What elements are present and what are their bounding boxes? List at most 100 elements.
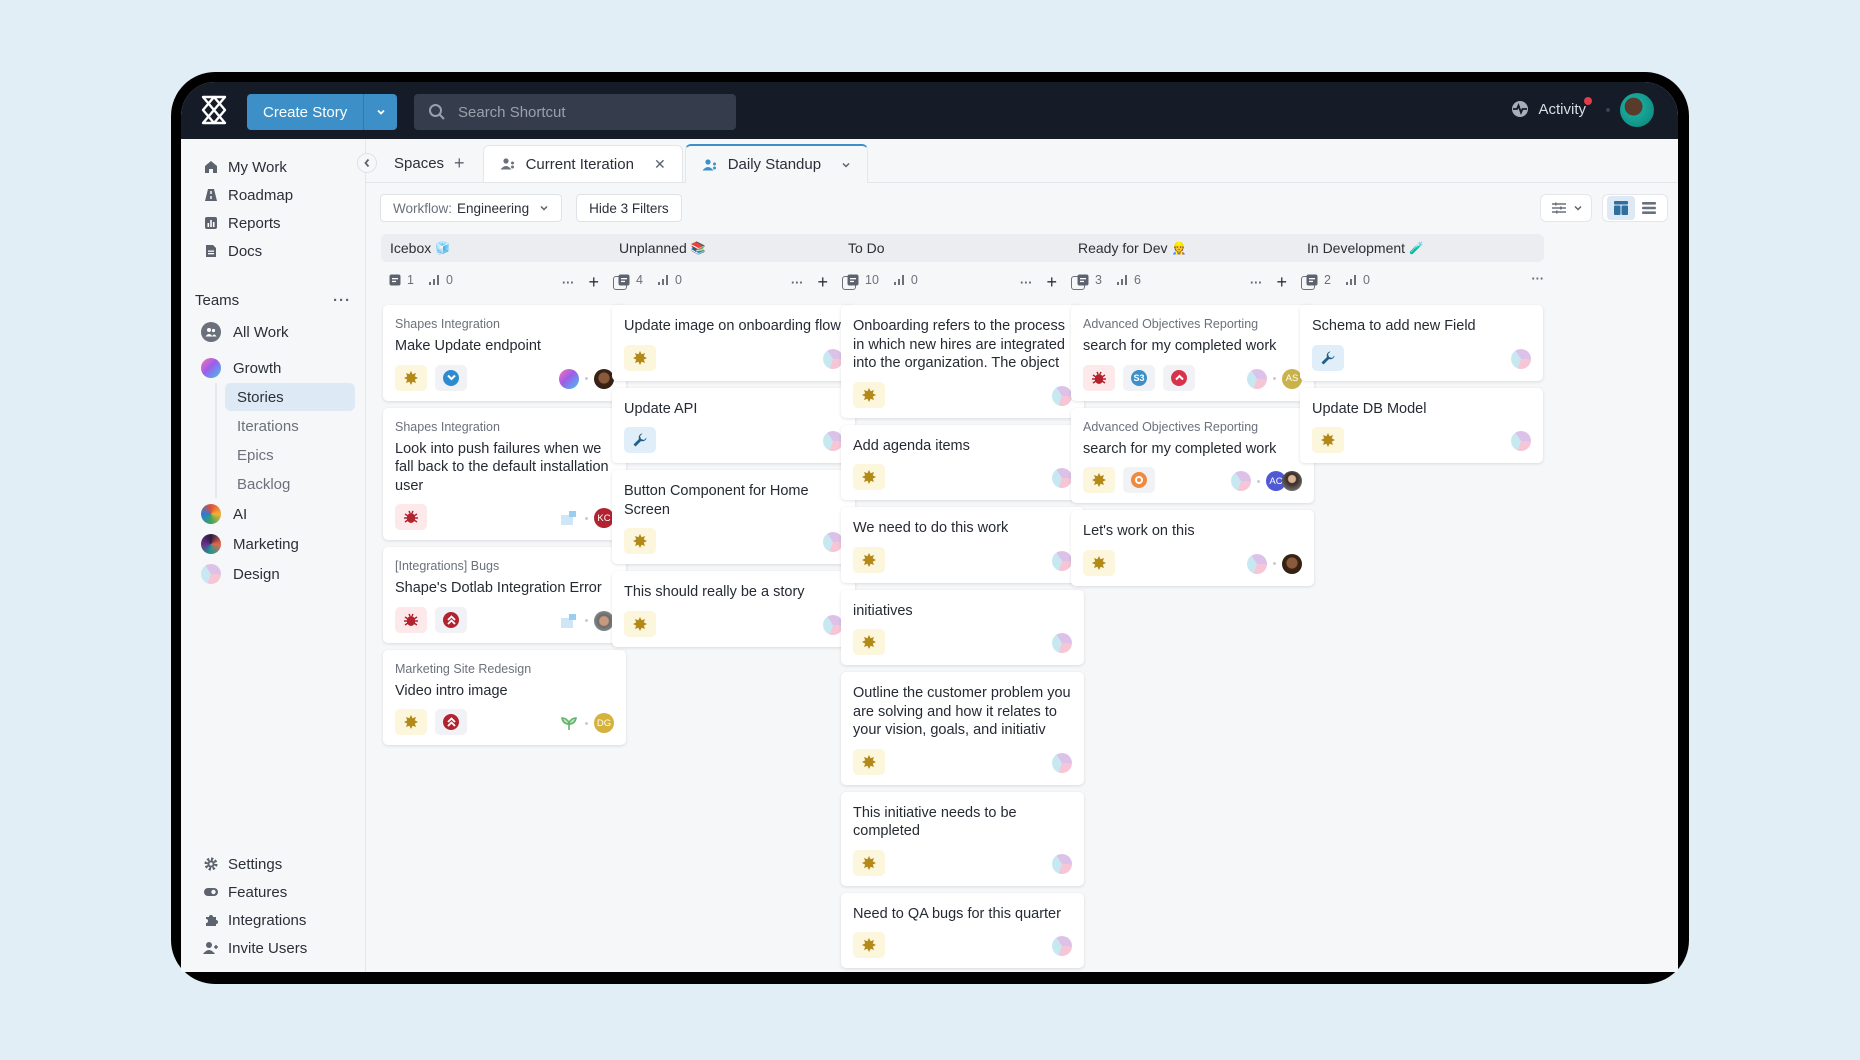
list-view-button[interactable] xyxy=(1635,196,1663,220)
add-story-icon[interactable]: + xyxy=(1046,272,1057,293)
story-card[interactable]: Let's work on this xyxy=(1071,510,1314,586)
more-icon[interactable]: ··· xyxy=(791,276,804,290)
priority-highest-icon[interactable] xyxy=(435,606,467,633)
story-title[interactable]: initiatives xyxy=(853,602,1072,621)
team-avatar-design[interactable] xyxy=(1247,368,1267,389)
story-title[interactable]: Make Update endpoint xyxy=(395,337,614,356)
user-avatar[interactable] xyxy=(1282,553,1302,574)
sidebar-item-all-work[interactable]: All Work xyxy=(181,317,365,347)
sidebar-item-roadmap[interactable]: Roadmap xyxy=(181,181,365,209)
user-avatar[interactable] xyxy=(1620,93,1654,127)
story-card[interactable]: Marketing Site Redesign Video intro image… xyxy=(383,649,626,745)
story-card[interactable]: Onboarding refers to the process in whic… xyxy=(841,305,1084,418)
feature-icon[interactable] xyxy=(853,629,885,655)
sidebar-item-features[interactable]: Features xyxy=(181,878,365,906)
tab-current-iteration[interactable]: Current Iteration ✕ xyxy=(482,145,683,182)
feature-icon[interactable] xyxy=(853,849,885,876)
column-header[interactable]: Ready for Dev 👷 xyxy=(1069,234,1315,262)
user-avatar[interactable] xyxy=(1282,471,1302,491)
sidebar-item-invite-users[interactable]: Invite Users xyxy=(181,934,365,962)
epic-name[interactable]: Marketing Site Redesign xyxy=(395,662,614,676)
epic-name[interactable]: Advanced Objectives Reporting xyxy=(1083,420,1302,434)
create-story-dropdown[interactable] xyxy=(363,94,397,130)
display-options-button[interactable] xyxy=(1540,194,1592,222)
sidebar-item-marketing[interactable]: Marketing xyxy=(181,529,365,559)
story-title[interactable]: Update image on onboarding flow xyxy=(624,317,843,336)
sidebar-item-epics[interactable]: Epics xyxy=(225,441,355,469)
sidebar-item-docs[interactable]: Docs xyxy=(181,237,365,265)
column-header[interactable]: In Development 🧪 xyxy=(1298,234,1544,262)
story-title[interactable]: Add agenda items xyxy=(853,437,1072,456)
story-card[interactable]: initiatives xyxy=(841,589,1084,665)
feature-icon[interactable] xyxy=(624,344,656,371)
team-avatar-design[interactable] xyxy=(1231,471,1251,491)
story-title[interactable]: Need to QA bugs for this quarter xyxy=(853,905,1072,924)
feature-icon[interactable] xyxy=(1312,427,1344,453)
feature-icon[interactable] xyxy=(395,364,427,391)
story-title[interactable]: This initiative needs to be completed xyxy=(853,804,1072,841)
bug-icon[interactable] xyxy=(1083,364,1115,391)
column-header[interactable]: Unplanned 📚 xyxy=(610,234,856,262)
shortcut-logo-icon[interactable] xyxy=(197,93,231,127)
sidebar-item-growth[interactable]: Growth xyxy=(181,353,365,383)
wrench-icon[interactable] xyxy=(624,427,656,453)
story-title[interactable]: search for my completed work xyxy=(1083,440,1302,459)
more-icon[interactable]: ··· xyxy=(1020,276,1033,290)
story-card[interactable]: We need to do this work xyxy=(841,507,1084,583)
add-story-icon[interactable]: + xyxy=(1276,272,1287,293)
feature-icon[interactable] xyxy=(853,381,885,408)
story-card[interactable]: Update API xyxy=(612,387,855,463)
wrench-icon[interactable] xyxy=(1312,344,1344,371)
team-plant-icon[interactable] xyxy=(559,713,579,733)
user-initials-avatar[interactable]: DG xyxy=(594,713,614,733)
add-space-icon[interactable]: + xyxy=(454,153,465,174)
add-story-icon[interactable]: + xyxy=(588,272,599,293)
team-avatar-design[interactable] xyxy=(1511,348,1531,369)
team-avatar-design[interactable] xyxy=(1052,853,1072,874)
sidebar-item-design[interactable]: Design xyxy=(181,559,365,589)
story-card[interactable]: [Integrations] Bugs Shape's Dotlab Integr… xyxy=(383,547,626,643)
story-title[interactable]: We need to do this work xyxy=(853,519,1072,538)
sidebar-item-settings[interactable]: Settings xyxy=(181,850,365,878)
close-tab-icon[interactable]: ✕ xyxy=(654,156,666,173)
feature-icon[interactable] xyxy=(853,932,885,958)
activity-button[interactable]: Activity xyxy=(1511,97,1592,118)
story-card[interactable]: Button Component for Home Screen xyxy=(612,470,855,564)
team-flag-icon[interactable] xyxy=(559,611,579,631)
add-story-icon[interactable]: + xyxy=(817,272,828,293)
sidebar-item-integrations[interactable]: Integrations xyxy=(181,906,365,934)
story-card[interactable]: Shapes Integration Make Update endpoint xyxy=(383,305,626,401)
story-card[interactable]: Schema to add new Field xyxy=(1300,305,1543,381)
epic-name[interactable]: [Integrations] Bugs xyxy=(395,559,614,573)
bug-icon[interactable] xyxy=(395,504,427,530)
team-avatar-design[interactable] xyxy=(1247,553,1267,574)
sidebar-item-reports[interactable]: Reports xyxy=(181,209,365,237)
story-title[interactable]: Outline the customer problem you are sol… xyxy=(853,684,1072,740)
priority-high-icon[interactable] xyxy=(1163,364,1195,391)
tab-daily-standup[interactable]: Daily Standup xyxy=(684,144,869,183)
story-title[interactable]: Look into push failures when we fall bac… xyxy=(395,440,614,496)
hide-filters-button[interactable]: Hide 3 Filters xyxy=(576,194,682,222)
estimate-badge[interactable]: S3 xyxy=(1123,364,1155,391)
priority-highest-icon[interactable] xyxy=(435,709,467,735)
feature-icon[interactable] xyxy=(853,546,885,573)
feature-icon[interactable] xyxy=(1083,467,1115,493)
epic-name[interactable]: Shapes Integration xyxy=(395,420,614,434)
teams-more-icon[interactable]: ··· xyxy=(333,292,351,309)
story-card[interactable]: This initiative needs to be completed xyxy=(841,791,1084,886)
epic-name[interactable]: Advanced Objectives Reporting xyxy=(1083,317,1302,331)
more-icon[interactable]: ··· xyxy=(1532,272,1545,286)
story-card[interactable]: Add agenda items xyxy=(841,424,1084,500)
story-title[interactable]: Onboarding refers to the process in whic… xyxy=(853,317,1072,373)
story-title[interactable]: search for my completed work xyxy=(1083,337,1302,356)
feature-icon[interactable] xyxy=(624,528,656,554)
story-title[interactable]: Update DB Model xyxy=(1312,400,1531,419)
sidebar-item-iterations[interactable]: Iterations xyxy=(225,412,355,440)
column-header[interactable]: To Do xyxy=(839,234,1085,262)
create-story-button[interactable]: Create Story xyxy=(247,94,397,130)
priority-low-icon[interactable] xyxy=(435,364,467,391)
column-header[interactable]: Icebox 🧊 xyxy=(381,234,627,262)
story-title[interactable]: Shape's Dotlab Integration Error xyxy=(395,579,614,598)
story-card[interactable]: Need to QA bugs for this quarter xyxy=(841,892,1084,968)
search-input[interactable]: Search Shortcut xyxy=(414,94,736,130)
